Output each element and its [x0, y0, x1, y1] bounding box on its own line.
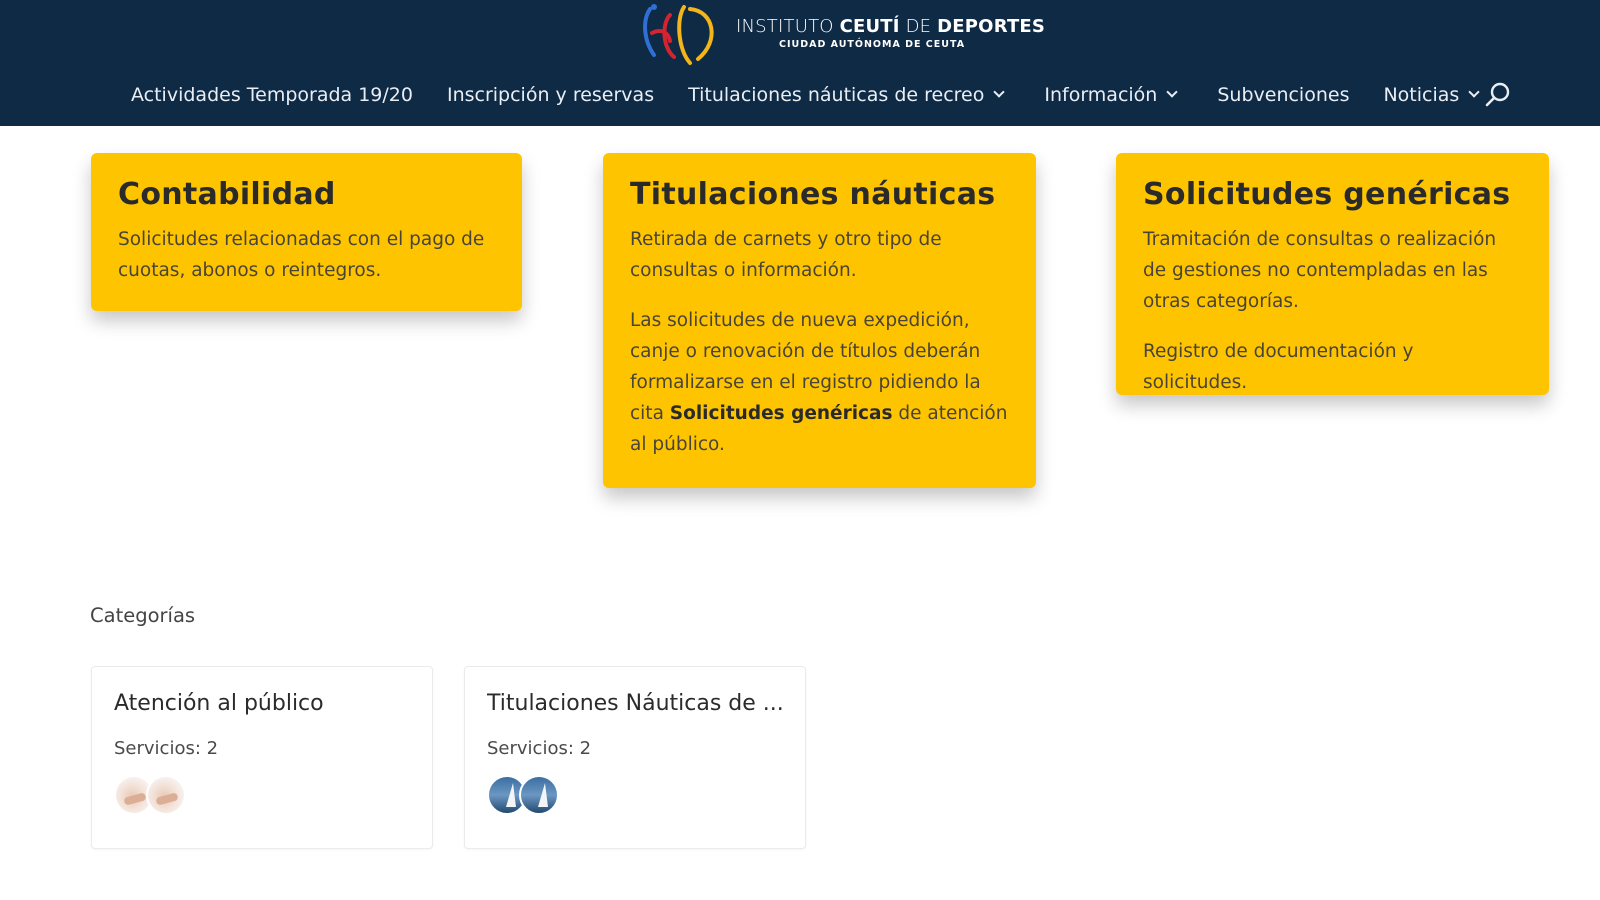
service-avatars: [487, 775, 783, 815]
card-note: Registro de documentación y solicitudes.: [1143, 341, 1414, 393]
nav-item-label: Titulaciones náuticas de recreo: [688, 84, 985, 106]
chevron-down-icon: [1469, 88, 1479, 98]
logo-title: INSTITUTO CEUTÍ DE DEPORTES: [736, 18, 1045, 36]
nav-item-label: Noticias: [1383, 84, 1460, 106]
category-card-titulaciones[interactable]: Titulaciones Náuticas de ... Servicios: …: [464, 666, 806, 849]
service-avatar: [519, 775, 559, 815]
card-description: Solicitudes relacionadas con el pago de …: [118, 229, 485, 281]
nav-item-actividades[interactable]: Actividades Temporada 19/20: [131, 84, 413, 106]
category-name: Titulaciones Náuticas de ...: [487, 691, 783, 716]
card-description: Retirada de carnets y otro tipo de consu…: [630, 229, 942, 281]
logo-text: INSTITUTO CEUTÍ DE DEPORTES CIUDAD AUTÓN…: [736, 18, 1045, 50]
logo-icon: [643, 4, 714, 65]
card-note: Las solicitudes de nueva expedición, can…: [630, 305, 1009, 460]
service-avatars: [114, 775, 410, 815]
category-name: Atención al público: [114, 691, 324, 716]
nav-item-subvenciones[interactable]: Subvenciones: [1217, 84, 1349, 106]
logo-title-regular-a: INSTITUTO: [736, 16, 840, 38]
site-logo[interactable]: INSTITUTO CEUTÍ DE DEPORTES CIUDAD AUTÓN…: [640, 0, 1045, 68]
logo-title-bold-a: CEUTÍ: [839, 16, 900, 38]
card-title: Contabilidad: [118, 177, 336, 212]
categories-heading: Categorías: [90, 604, 196, 627]
category-service-count: Servicios: 2: [487, 738, 592, 759]
category-service-count: Servicios: 2: [114, 738, 219, 759]
logo-title-regular-b: DE: [899, 16, 938, 38]
logo-subtitle: CIUDAD AUTÓNOMA DE CEUTA: [779, 39, 966, 51]
nav-item-titulaciones[interactable]: Titulaciones náuticas de recreo: [688, 84, 1004, 106]
card-contabilidad[interactable]: Contabilidad Solicitudes relacionadas co…: [91, 153, 522, 311]
nav-item-label: Información: [1044, 84, 1158, 106]
card-titulaciones-nauticas[interactable]: Titulaciones náuticas Retirada de carnet…: [603, 153, 1036, 488]
card-note-link: Solicitudes genéricas: [669, 403, 893, 424]
nav-item-informacion[interactable]: Información: [1044, 84, 1177, 106]
logo-title-bold-b: DEPORTES: [937, 16, 1046, 38]
chevron-down-icon: [1167, 88, 1177, 98]
nav-item-inscripcion[interactable]: Inscripción y reservas: [447, 84, 654, 106]
search-icon[interactable]: [1485, 82, 1511, 108]
card-title: Solicitudes genéricas: [1143, 177, 1511, 212]
nav-item-label: Inscripción y reservas: [446, 84, 655, 106]
nav-item-noticias[interactable]: Noticias: [1383, 84, 1479, 106]
nav-item-label: Actividades Temporada 19/20: [131, 84, 413, 106]
nav-item-label: Subvenciones: [1217, 84, 1350, 106]
site-header: INSTITUTO CEUTÍ DE DEPORTES CIUDAD AUTÓN…: [0, 0, 1600, 126]
category-card-atencion[interactable]: Atención al público Servicios: 2: [91, 666, 433, 849]
card-description: Tramitación de consultas o realización d…: [1143, 229, 1497, 312]
main-nav: Actividades Temporada 19/20 Inscripción …: [131, 80, 1600, 110]
card-solicitudes-genericas[interactable]: Solicitudes genéricas Tramitación de con…: [1116, 153, 1549, 395]
service-avatar: [146, 775, 186, 815]
card-title: Titulaciones náuticas: [630, 177, 996, 212]
chevron-down-icon: [994, 88, 1004, 98]
